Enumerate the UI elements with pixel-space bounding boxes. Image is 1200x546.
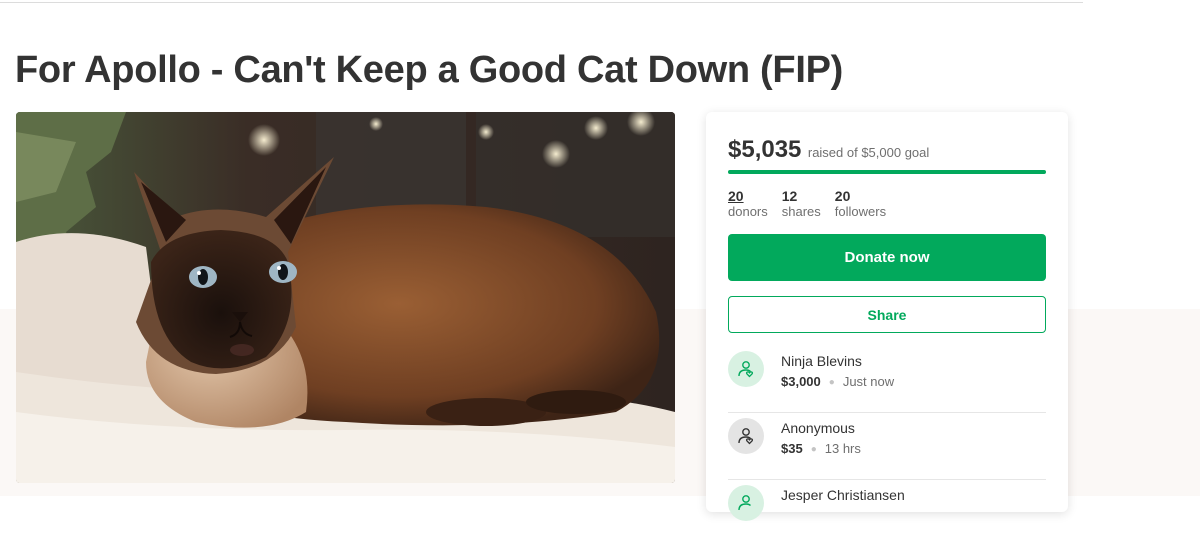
- donor-name: Anonymous: [781, 420, 855, 436]
- stat-donors[interactable]: 20 donors: [728, 188, 768, 220]
- raised-amount: $5,035: [728, 136, 802, 163]
- cat-photo: [16, 112, 675, 483]
- progress-fill: [728, 170, 1046, 174]
- progress-bar: [728, 170, 1046, 174]
- donation-time: 13 hrs: [824, 441, 861, 456]
- hand-heart-icon: [738, 361, 754, 378]
- donor-name: Jesper Christiansen: [781, 487, 905, 503]
- campaign-hero-image: [16, 112, 675, 483]
- donation-time: Just now: [842, 374, 895, 389]
- campaign-title: For Apollo - Can't Keep a Good Cat Down …: [15, 49, 843, 91]
- donate-now-button[interactable]: Donate now: [728, 234, 1046, 281]
- stat-followers-label: followers: [834, 204, 887, 219]
- donation-meta: $3,000 ● Just now: [781, 374, 894, 389]
- stat-shares-value: 12: [781, 188, 798, 204]
- stat-shares-label: shares: [781, 204, 821, 219]
- donation-amount: $35: [781, 441, 803, 456]
- stat-followers: 20 followers: [835, 188, 886, 220]
- donation-item: Jesper Christiansen: [728, 480, 1046, 546]
- donation-amount: $3,000: [781, 374, 821, 389]
- stat-donors-value[interactable]: 20: [728, 188, 768, 204]
- donation-item: Ninja Blevins $3,000 ● Just now: [728, 346, 1046, 413]
- stat-shares: 12 shares: [782, 188, 821, 220]
- donor-avatar: [728, 418, 764, 454]
- donation-card: $5,035 raised of $5,000 goal 20 donors 1…: [706, 112, 1068, 521]
- top-divider: [0, 2, 1083, 3]
- stat-donors-label: donors: [728, 204, 768, 219]
- donor-avatar: [728, 485, 764, 521]
- stat-followers-value: 20: [834, 188, 851, 204]
- separator-dot: ●: [810, 444, 817, 455]
- recent-donations-list: Ninja Blevins $3,000 ● Just now Anonymous …: [728, 346, 1046, 546]
- hand-heart-icon: [738, 428, 754, 445]
- amount-raised: $5,035 raised of $5,000 goal: [728, 136, 929, 164]
- campaign-stats: 20 donors 12 shares 20 followers: [728, 188, 886, 220]
- hand-heart-icon: [738, 495, 751, 511]
- separator-dot: ●: [828, 377, 835, 388]
- donation-meta: $35 ● 13 hrs: [781, 441, 861, 456]
- donor-avatar: [728, 351, 764, 387]
- goal-text: raised of $5,000 goal: [807, 145, 930, 160]
- share-button[interactable]: Share: [728, 296, 1046, 333]
- donor-name: Ninja Blevins: [781, 353, 862, 369]
- donation-item: Anonymous $35 ● 13 hrs: [728, 413, 1046, 480]
